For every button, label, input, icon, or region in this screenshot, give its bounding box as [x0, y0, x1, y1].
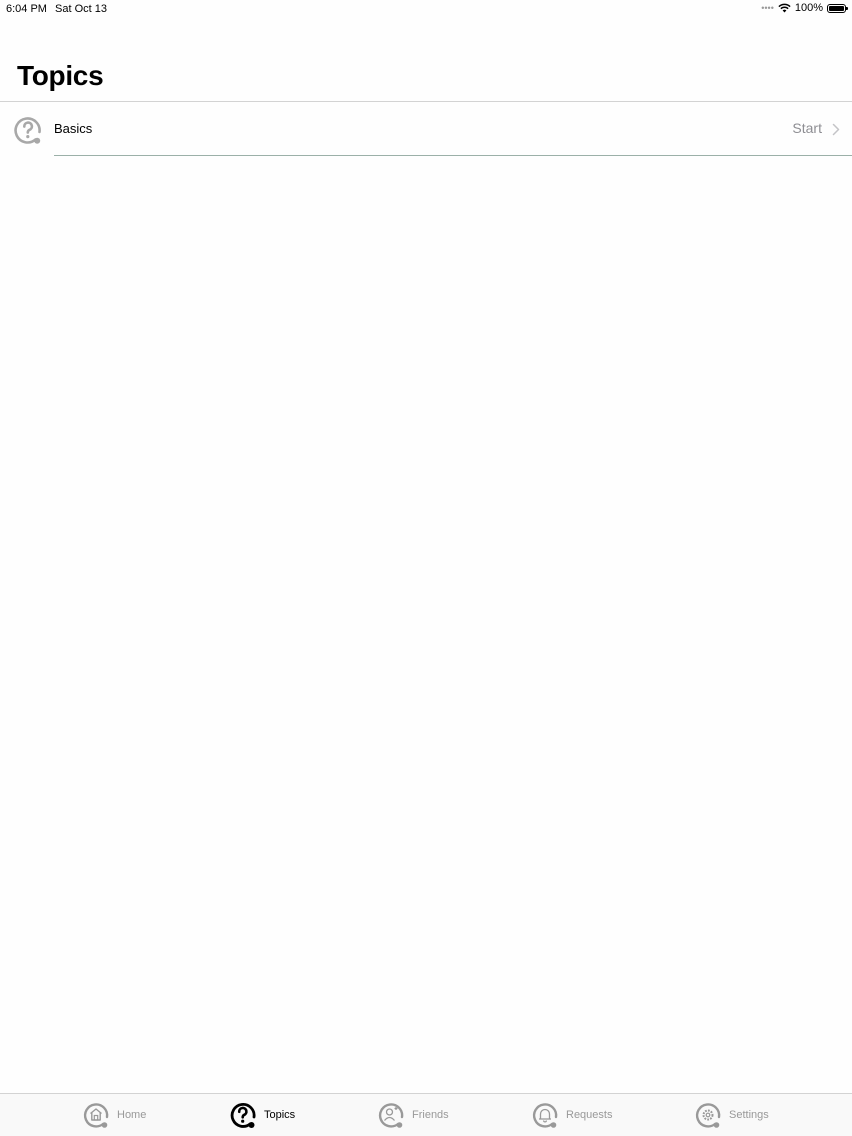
page-title: Topics: [17, 60, 104, 91]
tab-requests-label: Requests: [566, 1109, 613, 1121]
wifi-icon: [778, 3, 791, 13]
row-divider: [54, 155, 852, 156]
home-icon: [83, 1103, 109, 1128]
tab-bar: Home Topics Friends Requests Settings: [0, 1093, 852, 1136]
topic-label: Basics: [54, 121, 93, 136]
tab-requests[interactable]: Requests: [530, 1100, 612, 1130]
gear-icon: [695, 1103, 721, 1128]
status-bar: 6:04 PM Sat Oct 13 •••• 100%: [0, 0, 852, 18]
signal-dots-icon: ••••: [761, 3, 774, 13]
battery-icon: [827, 3, 848, 13]
tab-settings-label: Settings: [729, 1109, 769, 1121]
status-time: 6:04 PM: [6, 3, 47, 15]
question-mark-icon: [230, 1103, 256, 1128]
tab-topics-label: Topics: [264, 1109, 296, 1121]
status-indicators: •••• 100%: [761, 2, 848, 14]
topic-row-basics[interactable]: Basics Start: [0, 102, 852, 156]
topics-screen: 6:04 PM Sat Oct 13 •••• 100% Topics Basi…: [0, 0, 852, 1136]
tab-friends[interactable]: Friends: [376, 1100, 449, 1130]
tab-home-label: Home: [117, 1109, 147, 1121]
tab-topics[interactable]: Topics: [228, 1100, 295, 1130]
question-mark-icon: [14, 117, 41, 144]
topic-start-label: Start: [792, 120, 822, 136]
status-date: Sat Oct 13: [55, 3, 107, 15]
friends-icon: [378, 1103, 404, 1128]
tab-settings[interactable]: Settings: [693, 1100, 769, 1130]
tab-friends-label: Friends: [412, 1109, 449, 1121]
tab-home[interactable]: Home: [81, 1100, 146, 1130]
bell-icon: [532, 1103, 558, 1128]
battery-percent: 100%: [794, 2, 823, 14]
chevron-right-icon: [832, 123, 840, 136]
